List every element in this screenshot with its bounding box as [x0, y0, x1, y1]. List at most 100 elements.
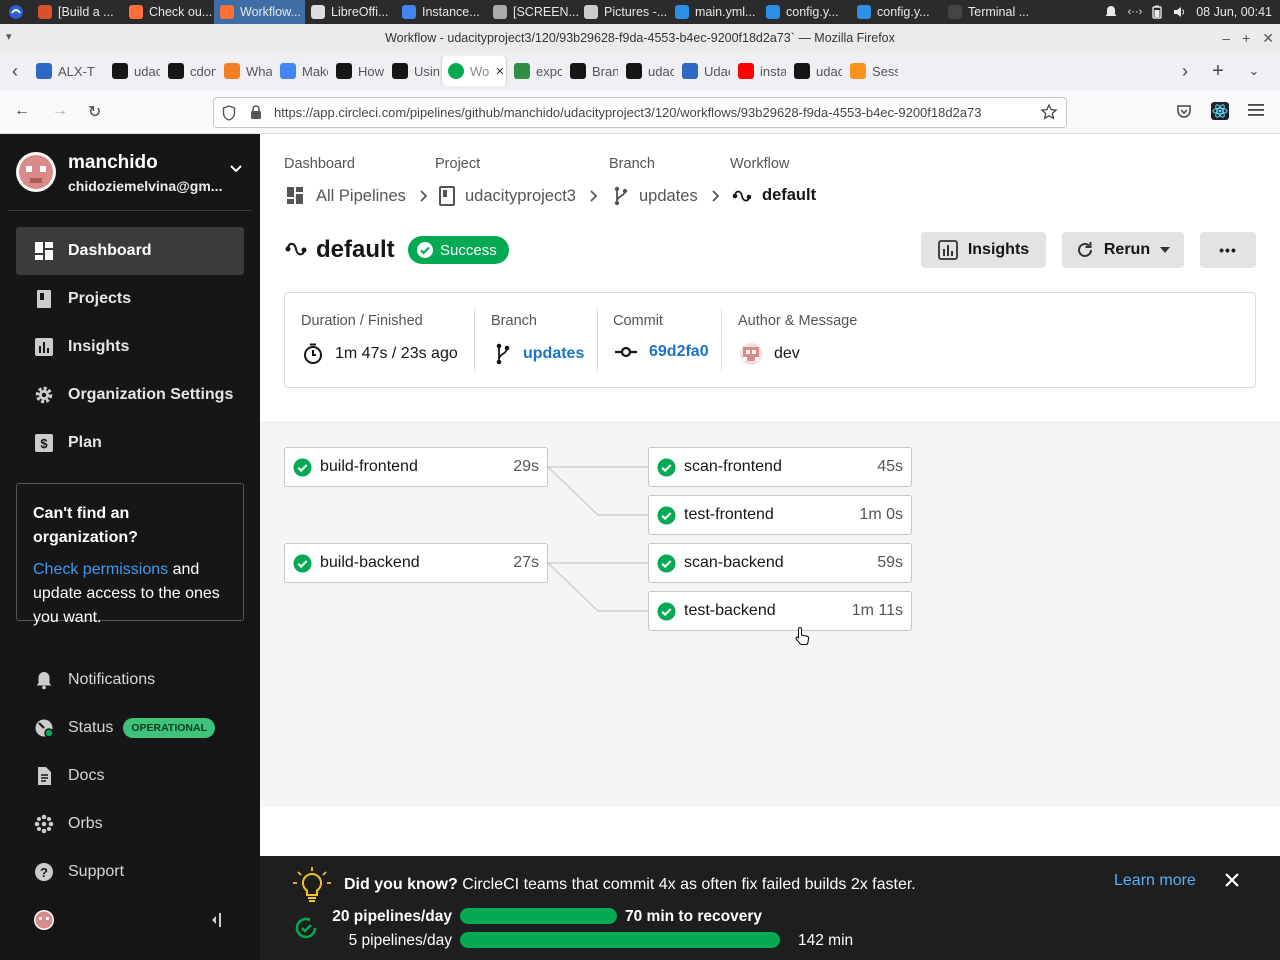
breadcrumb-branch[interactable]: updates: [613, 186, 720, 206]
learn-more-link[interactable]: Learn more: [1114, 872, 1196, 890]
battery-icon[interactable]: [1152, 5, 1162, 19]
url-bar[interactable]: https://app.circleci.com/pipelines/githu…: [213, 97, 1067, 128]
org-username[interactable]: manchido: [68, 152, 158, 174]
sidebar-item-label: Projects: [68, 290, 132, 307]
browser-tab[interactable]: expor: [508, 56, 562, 86]
org-avatar[interactable]: [16, 152, 56, 192]
rerun-button[interactable]: Rerun: [1062, 232, 1184, 268]
browser-tab[interactable]: How t: [330, 56, 384, 86]
browser-tab[interactable]: Make: [274, 56, 328, 86]
collapse-sidebar-icon[interactable]: [207, 912, 223, 928]
author-message-row: dev: [740, 343, 800, 365]
browser-tab[interactable]: What: [218, 56, 272, 86]
author-avatar[interactable]: [740, 343, 762, 365]
back-icon[interactable]: ←: [14, 102, 30, 120]
sidebar-item-dashboard[interactable]: Dashboard: [16, 227, 244, 275]
forward-icon[interactable]: →: [52, 102, 68, 120]
bookmark-star-icon[interactable]: [1040, 103, 1058, 121]
list-all-tabs-icon[interactable]: ⌄: [1236, 63, 1272, 79]
insights-icon: [34, 337, 54, 357]
favicon-icon: [626, 63, 642, 79]
divider: [8, 210, 252, 211]
breadcrumb-all-pipelines[interactable]: All Pipelines: [286, 186, 428, 206]
browser-tab[interactable]: cdonc: [162, 56, 216, 86]
job-scan-backend[interactable]: scan-backend 59s: [648, 543, 912, 583]
insights-button[interactable]: Insights: [921, 232, 1046, 268]
taskbar-item[interactable]: main.yml...: [669, 0, 760, 24]
browser-tab[interactable]: Udaci: [676, 56, 730, 86]
taskbar-item[interactable]: Check ou...: [123, 0, 214, 24]
sidebar-item-organization-settings[interactable]: Organization Settings: [16, 371, 244, 419]
close-banner-icon[interactable]: [1224, 872, 1240, 888]
sidebar-item-notifications[interactable]: Notifications: [16, 660, 244, 700]
favicon-icon: [514, 63, 530, 79]
sidebar-item-orbs[interactable]: Orbs: [16, 804, 244, 844]
taskbar-item[interactable]: Terminal ...: [942, 0, 1033, 24]
browser-tab[interactable]: Sessic: [844, 56, 898, 86]
browser-tab[interactable]: udaci: [620, 56, 674, 86]
sidebar-item-insights[interactable]: Insights: [16, 323, 244, 371]
new-tab-icon[interactable]: +: [1200, 60, 1236, 83]
job-test-backend[interactable]: test-backend 1m 11s: [648, 591, 912, 631]
commit-link[interactable]: 69d2fa0: [649, 343, 709, 361]
browser-tab[interactable]: ALX-T: [30, 56, 104, 86]
org-email[interactable]: chidoziemelvina@gm...: [68, 178, 222, 194]
pocket-icon[interactable]: [1176, 103, 1192, 119]
taskbar-item[interactable]: config.y...: [851, 0, 942, 24]
sidebar-item-docs[interactable]: Docs: [16, 756, 244, 796]
shield-icon[interactable]: [222, 105, 236, 121]
job-test-frontend[interactable]: test-frontend 1m 0s: [648, 495, 912, 535]
browser-tab[interactable]: Branc: [564, 56, 618, 86]
minimize-icon[interactable]: –: [1222, 30, 1230, 46]
breadcrumb-workflow[interactable]: default: [732, 186, 816, 205]
taskbar-item[interactable]: LibreOffi...: [305, 0, 396, 24]
commit-value-row[interactable]: 69d2fa0: [615, 343, 709, 361]
browser-tab[interactable]: udaci: [788, 56, 842, 86]
branch-link[interactable]: updates: [523, 345, 584, 363]
workflow-summary: Duration / Finished 1m 47s / 23s ago Bra…: [284, 292, 1256, 388]
stat-row2-right: 142 min: [798, 932, 854, 949]
caret-down-icon: [1160, 247, 1171, 253]
branch-value-row[interactable]: updates: [495, 343, 584, 365]
notification-bell-icon[interactable]: [1104, 5, 1118, 19]
job-scan-frontend[interactable]: scan-frontend 45s: [648, 447, 912, 487]
tab-scroll-right-icon[interactable]: ›: [1170, 61, 1200, 82]
pipelines-icon: [286, 186, 306, 206]
chevron-down-icon[interactable]: [229, 164, 243, 174]
browser-tab[interactable]: Using: [386, 56, 440, 86]
taskbar-item[interactable]: [Build a ...: [32, 0, 123, 24]
browser-tab[interactable]: udaci: [106, 56, 160, 86]
sidebar-item-plan[interactable]: $ Plan: [16, 419, 244, 467]
tab-scroll-left-icon[interactable]: ‹: [0, 61, 30, 82]
react-devtools-icon[interactable]: [1211, 102, 1229, 120]
more-actions-button[interactable]: •••: [1200, 232, 1256, 268]
taskbar-item[interactable]: Pictures -...: [578, 0, 669, 24]
maximize-icon[interactable]: +: [1242, 30, 1250, 46]
taskbar-item[interactable]: Workflow...: [214, 0, 305, 24]
app-launcher-icon[interactable]: [0, 0, 32, 24]
browser-tab-active[interactable]: Wo ✕: [442, 56, 506, 86]
breadcrumb-branch-text: updates: [639, 186, 698, 205]
hamburger-menu-icon[interactable]: [1248, 103, 1264, 117]
close-window-icon[interactable]: ✕: [1262, 30, 1274, 47]
reload-icon[interactable]: ↻: [88, 102, 101, 122]
close-tab-icon[interactable]: ✕: [495, 65, 504, 78]
clock[interactable]: 08 Jun, 00:41: [1196, 5, 1272, 19]
sidebar-item-status[interactable]: Status OPERATIONAL: [16, 708, 244, 748]
window-menu-icon[interactable]: ▾: [6, 30, 12, 43]
network-icon[interactable]: ‹··›: [1128, 6, 1143, 18]
volume-icon[interactable]: [1172, 5, 1186, 19]
taskbar-item[interactable]: Instance...: [396, 0, 487, 24]
sidebar-item-support[interactable]: ? Support: [16, 852, 244, 892]
user-avatar[interactable]: [34, 910, 54, 930]
app-icon: [948, 5, 962, 19]
check-permissions-link[interactable]: Check permissions: [33, 561, 168, 578]
sidebar-item-projects[interactable]: Projects: [16, 275, 244, 323]
breadcrumb-project[interactable]: udacityproject3: [439, 186, 598, 206]
job-build-backend[interactable]: build-backend 27s: [284, 543, 548, 583]
taskbar-item[interactable]: [SCREEN...: [487, 0, 578, 24]
lock-icon[interactable]: [250, 104, 262, 120]
taskbar-item[interactable]: config.y...: [760, 0, 851, 24]
browser-tab[interactable]: instal: [732, 56, 786, 86]
job-build-frontend[interactable]: build-frontend 29s: [284, 447, 548, 487]
